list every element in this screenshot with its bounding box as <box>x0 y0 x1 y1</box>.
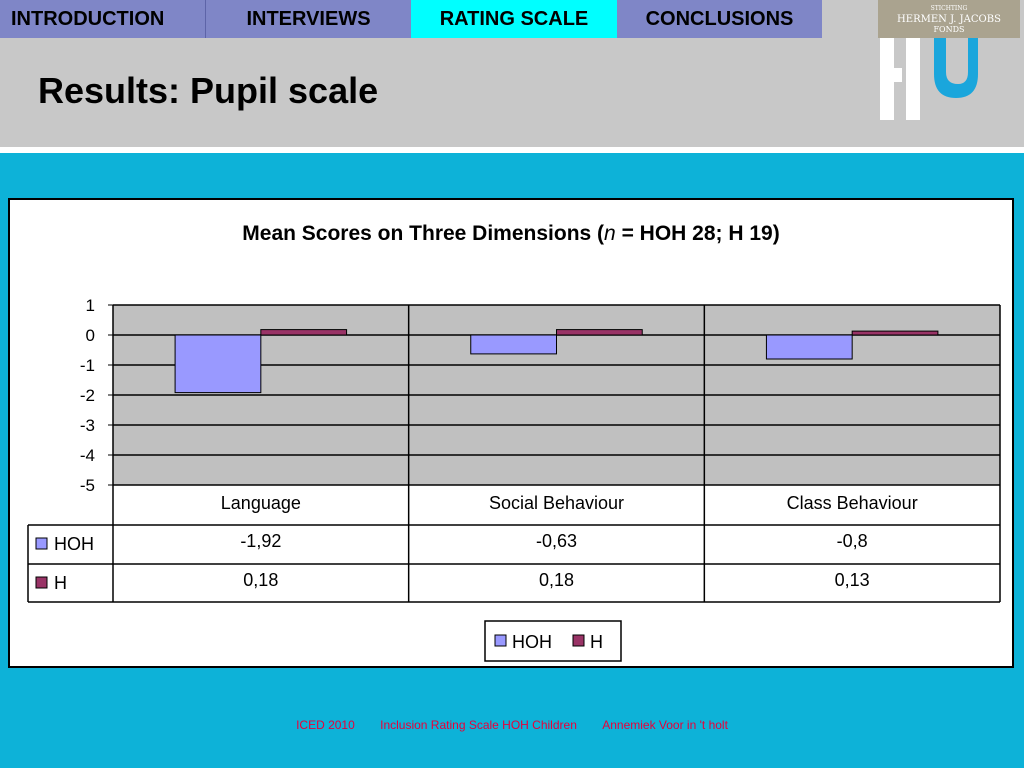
data-label: 0,18 <box>539 570 574 590</box>
legend-key-h <box>572 634 585 647</box>
y-tick-label: -5 <box>80 476 95 495</box>
bar-h <box>851 330 939 336</box>
bar-hoh <box>174 334 262 394</box>
hu-logo <box>880 38 980 128</box>
bar-hoh <box>765 334 853 360</box>
y-tick-label: -3 <box>80 416 95 435</box>
chart-title: Mean Scores on Three Dimensions (n = HOH… <box>242 222 779 245</box>
footer: ICED 2010 Inclusion Rating Scale HOH Chi… <box>0 718 1024 732</box>
data-label: -1,92 <box>240 531 281 551</box>
y-tick-label: -1 <box>80 356 95 375</box>
x-category-label: Social Behaviour <box>489 493 624 513</box>
y-tick-label: -2 <box>80 386 95 405</box>
logo-line-1: STICHTING <box>931 5 968 12</box>
hu-logo-icon <box>880 38 978 120</box>
bar-chart: Mean Scores on Three Dimensions (n = HOH… <box>27 222 1001 662</box>
foundation-logo-art: STICHTING HERMEN J. JACOBS FONDS <box>897 5 1001 34</box>
tab-interviews[interactable]: INTERVIEWS <box>206 0 411 38</box>
chart-panel: Mean Scores on Three Dimensions (n = HOH… <box>8 198 1014 668</box>
y-tick-label: 0 <box>86 326 95 345</box>
y-tick-label: 1 <box>86 296 95 315</box>
logo-line-3: FONDS <box>933 25 964 34</box>
tab-conclusions[interactable]: CONCLUSIONS <box>617 0 822 38</box>
footer-event: ICED 2010 <box>296 718 355 732</box>
y-tick-label: -4 <box>80 446 95 465</box>
bar-hoh <box>470 334 557 355</box>
tab-introduction[interactable]: INTRODUCTION <box>0 0 206 38</box>
logo-line-2: HERMEN J. JACOBS <box>897 14 1001 25</box>
legend-label: H <box>590 632 603 652</box>
legend-label: HOH <box>512 632 552 652</box>
top-nav: INTRODUCTION INTERVIEWS RATING SCALE CON… <box>0 0 822 38</box>
tab-rating-scale[interactable]: RATING SCALE <box>411 0 617 38</box>
bar-h <box>260 329 348 336</box>
x-category-label: Class Behaviour <box>787 493 918 513</box>
data-label: 0,13 <box>835 570 870 590</box>
table-series-label: HOH <box>54 534 94 554</box>
foundation-logo: STICHTING HERMEN J. JACOBS FONDS <box>878 0 1020 38</box>
bar-h <box>556 329 643 336</box>
footer-author: Annemiek Voor in 't holt <box>602 718 728 732</box>
table-series-label: H <box>54 573 67 593</box>
data-label: -0,8 <box>837 531 868 551</box>
page-title: Results: Pupil scale <box>38 70 379 111</box>
chart-title-prefix: Mean Scores on Three Dimensions ( <box>242 222 604 245</box>
chart-title-suffix: = HOH 28; H 19) <box>616 222 780 245</box>
data-label: -0,63 <box>536 531 577 551</box>
table-legend-key-h <box>35 576 48 589</box>
header-divider <box>0 147 1024 153</box>
footer-topic: Inclusion Rating Scale HOH Children <box>380 718 577 732</box>
table-legend-key-hoh <box>35 537 48 550</box>
chart-title-italic: n <box>604 222 616 245</box>
legend-key-hoh <box>494 634 507 647</box>
x-category-label: Language <box>221 493 301 513</box>
data-label: 0,18 <box>243 570 278 590</box>
